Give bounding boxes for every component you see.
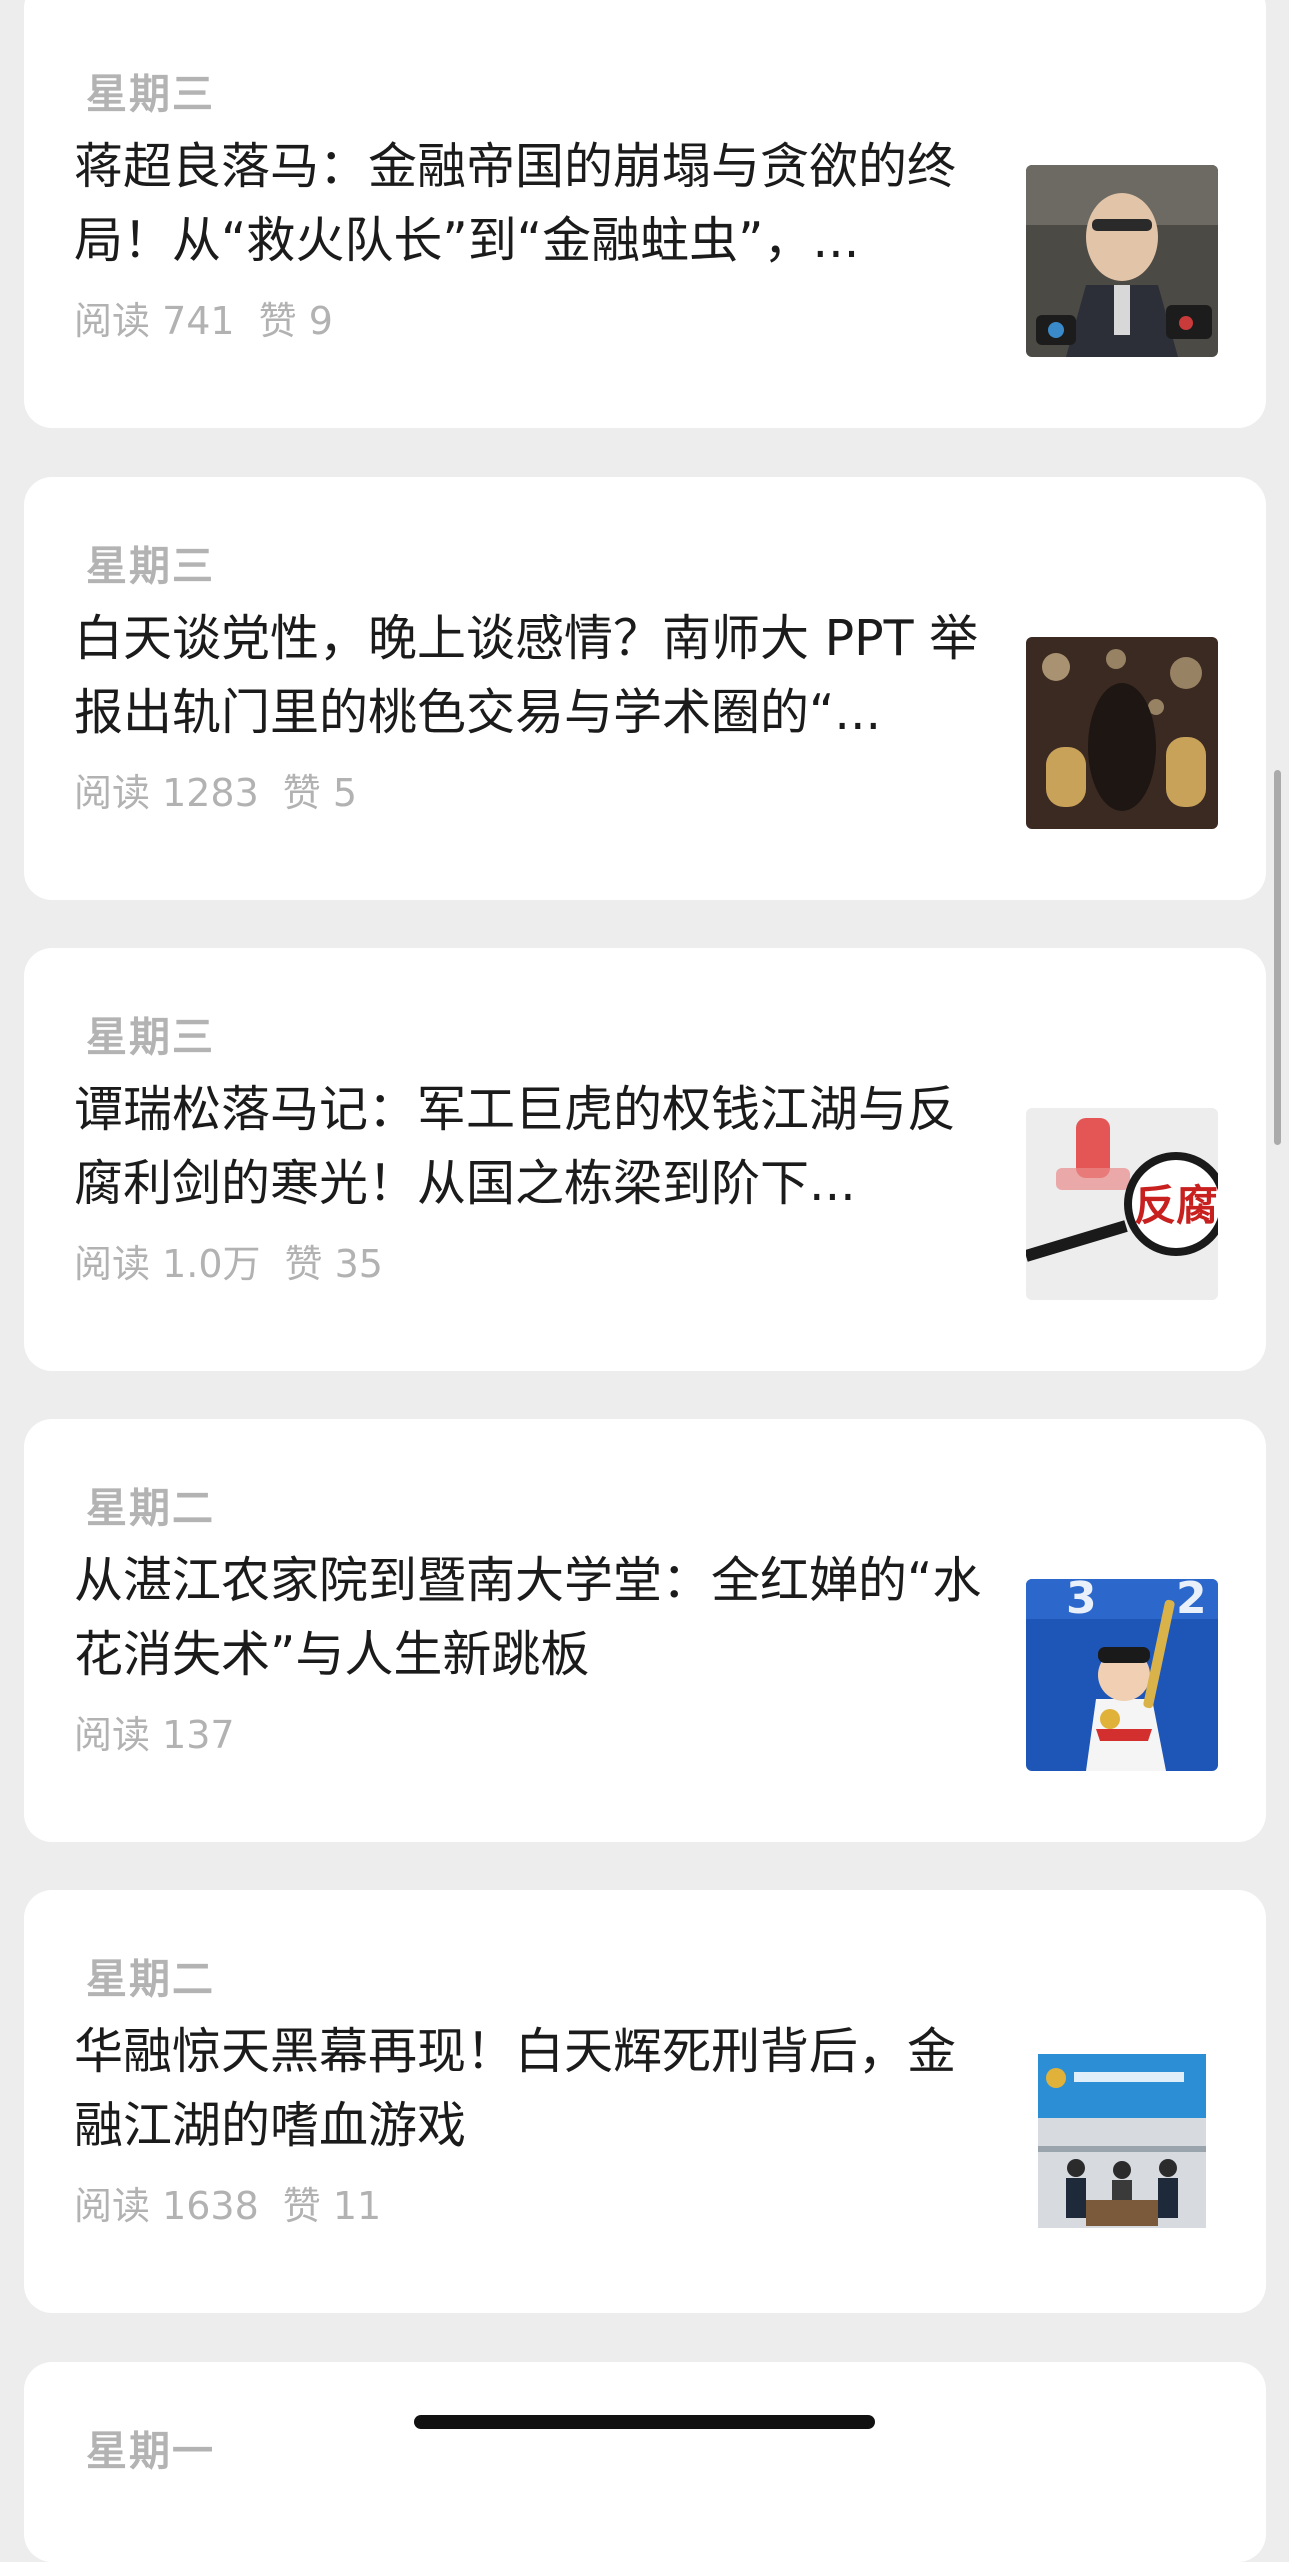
article-day: 星期三 <box>86 1013 215 1061</box>
article-thumbnail-love-balloons[interactable] <box>1026 637 1218 829</box>
article-stats: 阅读 1283 赞 5 <box>74 762 357 817</box>
athlete-torch-image: 3 2 <box>1026 1579 1218 1771</box>
article-day: 星期三 <box>86 70 215 118</box>
read-count: 阅读 1638 <box>74 2184 259 2228</box>
home-indicator[interactable] <box>414 2415 875 2429</box>
article-day: 星期二 <box>86 1484 215 1532</box>
article-day: 星期二 <box>86 1955 215 2003</box>
read-count: 阅读 1.0万 <box>74 1242 261 1286</box>
article-day: 星期三 <box>86 542 215 590</box>
like-count: 赞 11 <box>282 2184 382 2228</box>
article-card[interactable]: 星期一 <box>24 2362 1266 2562</box>
article-title[interactable]: 蒋超良落马：金融帝国的崩塌与贪欲的终局！从“救火队长”到“金融蛀虫”，... <box>74 130 1004 278</box>
love-balloons-image <box>1026 637 1218 829</box>
svg-text:3: 3 <box>1066 1579 1097 1624</box>
svg-text:2: 2 <box>1176 1579 1207 1624</box>
anti-corruption-magnifier-image: 反腐 <box>1026 1108 1218 1300</box>
article-card[interactable]: 星期二 华融惊天黑幕再现！白天辉死刑背后，金融江湖的嗜血游戏 阅读 1638 赞 … <box>24 1890 1266 2313</box>
article-thumbnail-courtroom[interactable] <box>1026 2050 1218 2242</box>
press-interview-image <box>1026 165 1218 357</box>
article-card[interactable]: 星期三 白天谈党性，晚上谈感情？南师大 PPT 举报出轨门里的桃色交易与学术圈的… <box>24 477 1266 900</box>
article-title[interactable]: 谭瑞松落马记：军工巨虎的权钱江湖与反腐利剑的寒光！从国之栋梁到阶下... <box>74 1073 1004 1221</box>
article-card[interactable]: 星期二 从湛江农家院到暨南大学堂：全红婵的“水花消失术”与人生新跳板 阅读 13… <box>24 1419 1266 1842</box>
courtroom-image <box>1026 2050 1218 2242</box>
article-list-page: 星期三 蒋超良落马：金融帝国的崩塌与贪欲的终局！从“救火队长”到“金融蛀虫”，.… <box>0 0 1289 2562</box>
like-count: 赞 35 <box>284 1242 383 1286</box>
article-stats: 阅读 741 赞 9 <box>74 290 333 345</box>
read-count: 阅读 137 <box>74 1713 235 1757</box>
article-card[interactable]: 星期三 蒋超良落马：金融帝国的崩塌与贪欲的终局！从“救火队长”到“金融蛀虫”，.… <box>24 0 1266 428</box>
article-stats: 阅读 137 <box>74 1704 259 1759</box>
like-count: 赞 9 <box>258 299 333 343</box>
like-count: 赞 5 <box>282 771 358 815</box>
article-stats: 阅读 1638 赞 11 <box>74 2175 381 2230</box>
read-count: 阅读 741 <box>74 299 235 343</box>
article-stats: 阅读 1.0万赞 35 <box>74 1233 383 1288</box>
article-title[interactable]: 华融惊天黑幕再现！白天辉死刑背后，金融江湖的嗜血游戏 <box>74 2015 1004 2163</box>
article-card[interactable]: 星期三 谭瑞松落马记：军工巨虎的权钱江湖与反腐利剑的寒光！从国之栋梁到阶下...… <box>24 948 1266 1371</box>
article-thumbnail-press-interview[interactable] <box>1026 165 1218 357</box>
thumbnail-text: 反腐 <box>1134 1181 1218 1230</box>
article-title[interactable]: 白天谈党性，晚上谈感情？南师大 PPT 举报出轨门里的桃色交易与学术圈的“... <box>74 602 1004 750</box>
article-thumbnail-athlete-torch[interactable]: 3 2 <box>1026 1579 1218 1771</box>
article-thumbnail-anti-corruption[interactable]: 反腐 <box>1026 1108 1218 1300</box>
article-title[interactable]: 从湛江农家院到暨南大学堂：全红婵的“水花消失术”与人生新跳板 <box>74 1544 1004 1692</box>
article-day: 星期一 <box>86 2427 215 2475</box>
read-count: 阅读 1283 <box>74 771 259 815</box>
scrollbar[interactable] <box>1274 770 1281 1145</box>
